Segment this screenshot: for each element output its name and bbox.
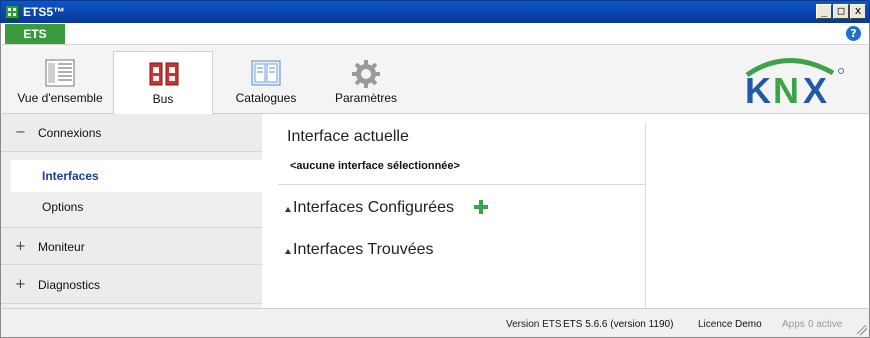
version-value: ETS 5.6.6 (version 1190) (563, 319, 674, 330)
nav-group-connexions[interactable]: − Connexions (1, 114, 262, 152)
svg-text:K: K (745, 70, 771, 107)
tab-label: Bus (152, 92, 174, 106)
resize-grip-icon[interactable] (857, 325, 867, 335)
nav-item-label: Interfaces (42, 169, 99, 183)
title-bar: ETS5™ _ □ x (0, 0, 870, 23)
nav-item-label: Options (42, 200, 84, 214)
window-title: ETS5™ (23, 5, 66, 19)
gear-icon (351, 59, 381, 88)
expand-icon: + (15, 277, 26, 292)
license-value: Demo (735, 319, 762, 330)
expander-icon[interactable] (285, 249, 291, 254)
current-interface-title: Interface actuelle (287, 128, 409, 145)
divider (278, 184, 645, 185)
left-nav: − Connexions Interfaces Options + Monite… (0, 114, 263, 308)
nav-group-moniteur[interactable]: + Moniteur (1, 227, 262, 265)
expand-icon: + (15, 239, 26, 254)
minimize-button[interactable]: _ (816, 4, 832, 19)
tab-label: Paramètres (334, 91, 398, 105)
nav-group-label: Diagnostics (38, 278, 101, 292)
close-button[interactable]: x (850, 4, 866, 19)
license-label: Licence (698, 319, 733, 330)
ets-menu-tab[interactable]: ETS (5, 24, 65, 44)
panel-divider (645, 122, 646, 308)
status-bar: Version ETS ETS 5.6.6 (version 1190) Lic… (0, 308, 870, 338)
collapse-icon: − (15, 125, 26, 140)
maximize-button[interactable]: □ (833, 4, 849, 19)
svg-text:N: N (773, 70, 799, 107)
tab-label: Catalogues (235, 91, 297, 105)
bus-icon (148, 60, 179, 88)
catalog-icon (251, 59, 281, 87)
overview-icon (45, 59, 75, 87)
nav-item-options[interactable]: Options (11, 191, 263, 223)
menu-strip: ETS ? (0, 23, 870, 44)
apps-value: 0 active (808, 319, 843, 330)
svg-text:X: X (803, 70, 827, 107)
tab-bus[interactable]: Bus (113, 51, 213, 115)
apps-label: Apps (782, 319, 805, 330)
ribbon: Vue d'ensemble Bus Catalogues Paramètres… (0, 44, 870, 115)
nav-group-label: Connexions (38, 126, 102, 140)
tab-vue-ensemble[interactable]: Vue d'ensemble (7, 53, 113, 105)
knx-logo: K N X (737, 53, 847, 111)
help-icon[interactable]: ? (846, 26, 861, 41)
ets-app-icon (5, 5, 19, 19)
nav-group-label: Moniteur (38, 240, 85, 254)
tab-parametres[interactable]: Paramètres (323, 53, 409, 105)
found-interfaces-title[interactable]: Interfaces Trouvées (293, 241, 434, 259)
tab-catalogues[interactable]: Catalogues (227, 53, 305, 105)
add-interface-icon[interactable] (474, 200, 488, 214)
nav-item-interfaces[interactable]: Interfaces (11, 160, 263, 192)
configured-interfaces-title[interactable]: Interfaces Configurées (293, 199, 454, 217)
version-label: Version ETS (506, 319, 562, 330)
current-interface-value: <aucune interface sélectionnée> (290, 160, 460, 172)
main-panel: Interface actuelle <aucune interface sél… (262, 114, 870, 308)
tab-label: Vue d'ensemble (17, 91, 103, 105)
expander-icon[interactable] (285, 207, 291, 212)
nav-group-diagnostics[interactable]: + Diagnostics (1, 266, 262, 304)
